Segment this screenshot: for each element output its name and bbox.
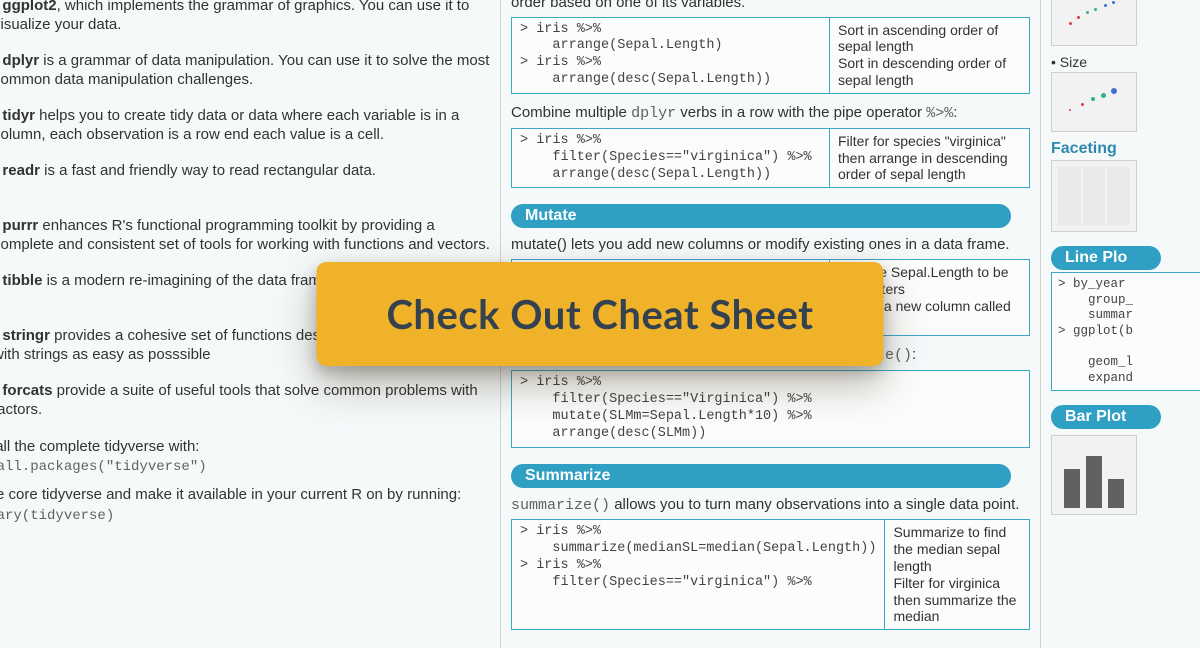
pkg-desc: is a grammar of data manipulation. You c…	[0, 52, 489, 88]
note: Sort in ascending order of sepal length …	[829, 18, 1029, 94]
label-faceting: Faceting	[1051, 140, 1200, 158]
note: Summarize to find the median sepal lengt…	[884, 520, 1029, 629]
facet-thumb	[1051, 160, 1137, 232]
scatter-size-thumb	[1051, 72, 1137, 132]
code: > iris %>% filter(Species=="Virginica") …	[512, 371, 1029, 447]
pkg-row-tidyr: dyr • tidyr helps you to create tidy dat…	[0, 107, 490, 146]
pill-barplot: Bar Plot	[1051, 405, 1161, 429]
pkg-row-dplyr: plyr • dplyr is a grammar of data manipu…	[0, 52, 490, 91]
pkg-row-purrr: urrr • purrr enhances R's functional pro…	[0, 217, 490, 256]
codebox-arrange: > iris %>% arrange(Sepal.Length) > iris …	[511, 17, 1030, 95]
code: > iris %>% filter(Species=="virginica") …	[512, 129, 829, 188]
pkg-row-forcats: rcats • forcats provide a suite of usefu…	[0, 382, 490, 421]
pkg-desc: , which implements the grammar of graphi…	[0, 0, 469, 33]
pkg-desc: is a fast and friendly way to read recta…	[40, 162, 376, 179]
pkg-name: tidyr	[2, 107, 35, 124]
load-code: library(tidyverse)	[0, 508, 490, 524]
code: > iris %>% arrange(Sepal.Length) > iris …	[512, 18, 829, 94]
mutate-desc: mutate() lets you add new columns or mod…	[511, 236, 1030, 255]
lineplot-code: > by_year group_ summar > ggplot(b geom_…	[1051, 272, 1200, 391]
scatter-color-thumb	[1051, 0, 1137, 46]
pkg-name: forcats	[2, 382, 52, 399]
pkg-name: stringr	[2, 327, 50, 344]
plots-column: • Color • Size Faceting Line Plo > by_ye…	[1040, 0, 1200, 648]
pill-summarize: Summarize	[511, 464, 1011, 488]
code: > iris %>% summarize(medianSL=median(Sep…	[512, 520, 884, 629]
pkg-desc: provide a suite of useful tools that sol…	[0, 382, 478, 418]
pkg-name: readr	[2, 162, 40, 179]
install-code: install.packages("tidyverse")	[0, 459, 490, 475]
summarize-desc: summarize() allows you to turn many obse…	[511, 496, 1030, 516]
pkg-row-readr: adr • readr is a fast and friendly way t…	[0, 162, 490, 201]
pkg-desc: enhances R's functional programming tool…	[0, 217, 490, 253]
pkg-desc: helps you to create tidy data or data wh…	[0, 107, 459, 143]
bullet-size: • Size	[1051, 54, 1200, 70]
arrange-desc: arrange() sorts the observations in a da…	[511, 0, 1030, 13]
install-line: an install the complete tidyverse with:	[0, 437, 490, 457]
codebox-summarize: > iris %>% summarize(medianSL=median(Sep…	[511, 519, 1030, 630]
combine-desc: Combine multiple dplyr verbs in a row wi…	[511, 104, 1030, 124]
pkg-name: dplyr	[2, 52, 39, 69]
barplot-thumb	[1051, 435, 1137, 515]
pkg-row-ggplot2: plot2 • ggplot2, which implements the gr…	[0, 0, 490, 36]
pill-mutate: Mutate	[511, 204, 1011, 228]
cta-button[interactable]: Check Out Cheat Sheet	[316, 262, 883, 366]
cta-label: Check Out Cheat Sheet	[386, 290, 813, 338]
codebox-combine1: > iris %>% filter(Species=="virginica") …	[511, 128, 1030, 189]
pkg-desc: is a modern re-imagining of the data fra…	[42, 272, 333, 289]
pkg-name: ggplot2	[2, 0, 56, 14]
pkg-name: tibble	[2, 272, 42, 289]
pkg-name: purrr	[2, 217, 38, 234]
codebox-combine2: > iris %>% filter(Species=="Virginica") …	[511, 370, 1030, 448]
load-line: load the core tidyverse and make it avai…	[0, 485, 490, 505]
note: Filter for species "virginica" then arra…	[829, 129, 1029, 188]
pill-lineplot: Line Plo	[1051, 246, 1161, 270]
